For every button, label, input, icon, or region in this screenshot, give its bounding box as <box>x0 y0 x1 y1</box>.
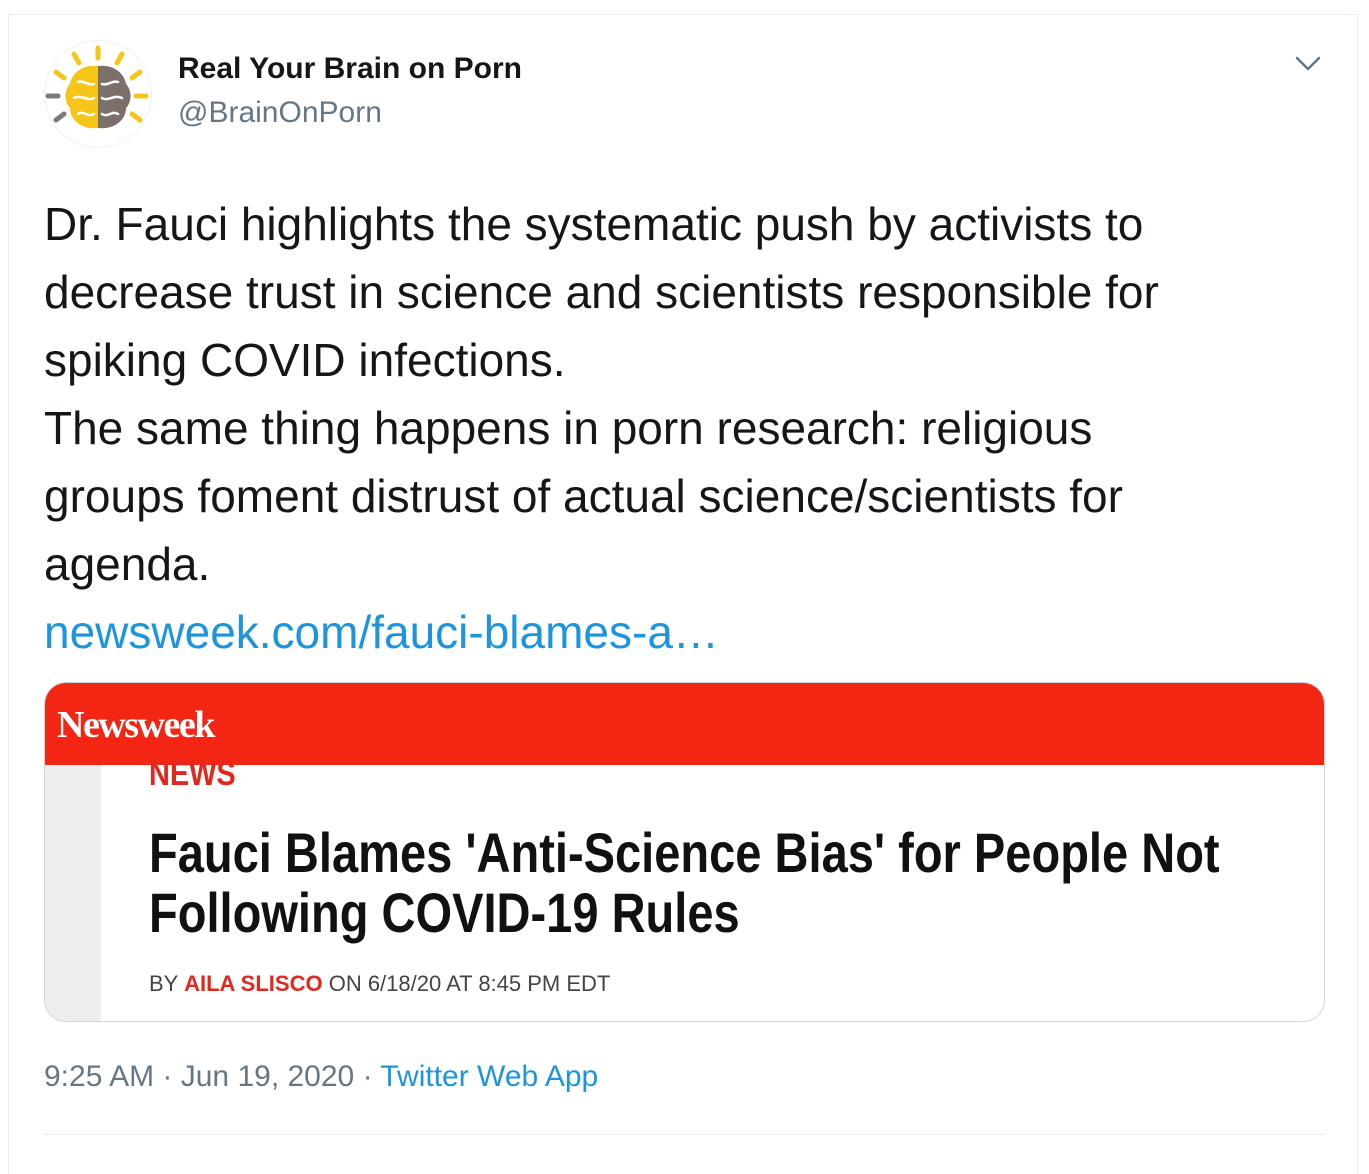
tweet-meta: 9:25 AM · Jun 19, 2020 · Twitter Web App <box>44 1060 598 1094</box>
tweet-time[interactable]: 9:25 AM <box>44 1060 154 1093</box>
card-headline: Fauci Blames 'Anti-Science Bias' for Peo… <box>149 823 1220 943</box>
newsweek-logo: Newsweek <box>57 704 215 746</box>
tweet-text-line: agenda. <box>44 538 211 590</box>
tweet-text-line: spiking COVID infections. <box>44 334 566 386</box>
tweet-source-app[interactable]: Twitter Web App <box>380 1060 598 1093</box>
meta-separator: · <box>354 1060 381 1093</box>
byline-prefix: BY <box>149 971 185 996</box>
tweet-text-line: groups foment distrust of actual science… <box>44 470 1123 522</box>
brain-sun-logo-icon <box>45 45 149 129</box>
author-handle[interactable]: @BrainOnPorn <box>178 96 382 130</box>
tweet-text-line: The same thing happens in porn research:… <box>44 402 1093 454</box>
avatar[interactable] <box>44 40 152 148</box>
tweet-date[interactable]: Jun 19, 2020 <box>181 1060 354 1093</box>
card-headline-line: Following COVID-19 Rules <box>149 881 740 944</box>
card-byline: BY AILA SLISCO ON 6/18/20 AT 8:45 PM EDT <box>149 971 610 997</box>
byline-author: AILA SLISCO <box>184 971 323 996</box>
tweet-text: Dr. Fauci highlights the systematic push… <box>44 190 1334 598</box>
card-side-strip <box>45 765 101 1021</box>
author-display-name[interactable]: Real Your Brain on Porn <box>178 52 522 86</box>
more-options-button[interactable] <box>1290 50 1326 80</box>
card-section-label: NEWS <box>149 755 236 793</box>
tweet-link[interactable]: newsweek.com/fauci-blames-a… <box>44 598 719 666</box>
chevron-down-icon <box>1295 56 1321 71</box>
card-headline-line: Fauci Blames 'Anti-Science Bias' for Peo… <box>149 821 1220 884</box>
byline-suffix: ON 6/18/20 AT 8:45 PM EDT <box>322 971 611 996</box>
tweet-text-line: decrease trust in science and scientists… <box>44 266 1159 318</box>
card-header-bar: Newsweek <box>45 683 1324 765</box>
meta-separator: · <box>154 1060 181 1093</box>
divider <box>44 1134 1325 1135</box>
link-preview-card[interactable]: Newsweek NEWS Fauci Blames 'Anti-Science… <box>44 682 1325 1022</box>
tweet-text-line: Dr. Fauci highlights the systematic push… <box>44 198 1144 250</box>
